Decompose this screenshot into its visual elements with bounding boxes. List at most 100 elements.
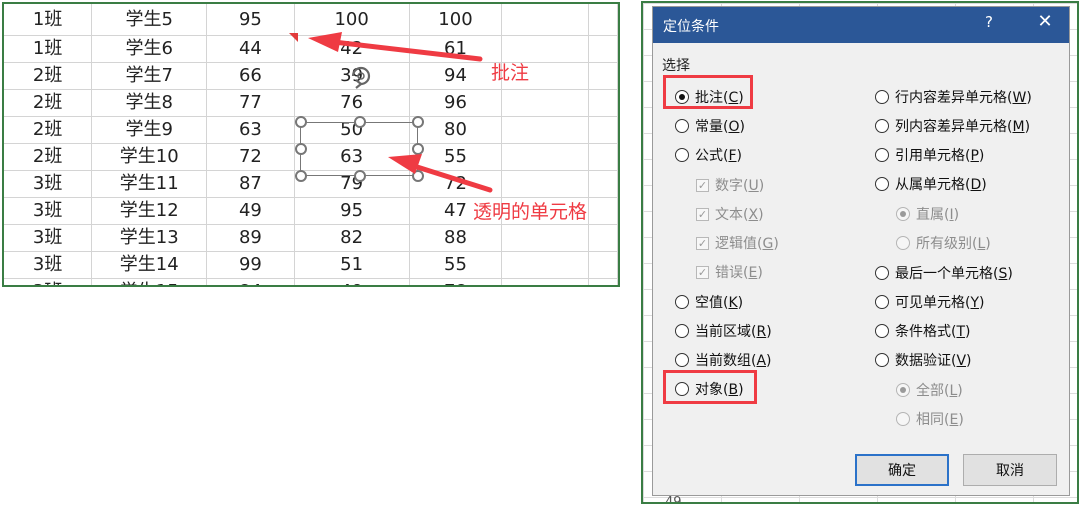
empty-cell[interactable] bbox=[588, 170, 618, 198]
class-cell[interactable]: 3班 bbox=[4, 197, 93, 225]
empty-cell[interactable] bbox=[588, 251, 618, 279]
radio-button[interactable] bbox=[675, 295, 689, 309]
radio-button[interactable] bbox=[675, 353, 689, 367]
empty-cell[interactable] bbox=[501, 224, 590, 252]
empty-cell[interactable] bbox=[588, 197, 618, 225]
score-cell[interactable]: 95 bbox=[294, 197, 410, 225]
radio-button[interactable] bbox=[875, 148, 889, 162]
empty-cell[interactable] bbox=[501, 251, 590, 279]
empty-cell[interactable] bbox=[588, 62, 618, 90]
score-cell[interactable]: 51 bbox=[294, 251, 410, 279]
radio-button[interactable] bbox=[875, 177, 889, 191]
class-cell[interactable]: 3班 bbox=[4, 278, 93, 285]
score-cell[interactable]: 82 bbox=[294, 224, 410, 252]
resize-handle[interactable] bbox=[295, 116, 307, 128]
empty-cell[interactable] bbox=[588, 116, 618, 144]
score-cell[interactable]: 49 bbox=[206, 197, 295, 225]
score-cell[interactable]: 99 bbox=[206, 251, 295, 279]
radio-button[interactable] bbox=[875, 119, 889, 133]
radio-button[interactable] bbox=[675, 324, 689, 338]
resize-handle[interactable] bbox=[412, 143, 424, 155]
empty-cell[interactable] bbox=[588, 35, 618, 63]
class-cell[interactable]: 3班 bbox=[4, 170, 93, 198]
score-cell[interactable]: 94 bbox=[409, 62, 503, 90]
resize-handle[interactable] bbox=[295, 143, 307, 155]
score-cell[interactable]: 87 bbox=[206, 170, 295, 198]
option-a[interactable]: 当前数组(A) bbox=[675, 350, 772, 370]
empty-cell[interactable] bbox=[588, 278, 618, 285]
transparent-object-selection[interactable] bbox=[300, 122, 418, 176]
option-y[interactable]: 可见单元格(Y) bbox=[875, 292, 985, 312]
student-cell[interactable]: 学生5 bbox=[91, 4, 208, 36]
class-cell[interactable]: 3班 bbox=[4, 224, 93, 252]
option-k[interactable]: 空值(K) bbox=[675, 292, 743, 312]
radio-button[interactable] bbox=[875, 324, 889, 338]
score-cell[interactable]: 88 bbox=[409, 224, 503, 252]
student-cell[interactable]: 学生14 bbox=[91, 251, 208, 279]
empty-cell[interactable] bbox=[501, 170, 590, 198]
class-cell[interactable]: 1班 bbox=[4, 4, 93, 36]
score-cell[interactable]: 76 bbox=[294, 89, 410, 117]
option-s[interactable]: 最后一个单元格(S) bbox=[875, 263, 1013, 283]
class-cell[interactable]: 2班 bbox=[4, 62, 93, 90]
empty-cell[interactable] bbox=[588, 4, 618, 36]
student-cell[interactable]: 学生12 bbox=[91, 197, 208, 225]
empty-cell[interactable] bbox=[588, 143, 618, 171]
class-cell[interactable]: 1班 bbox=[4, 35, 93, 63]
class-cell[interactable]: 2班 bbox=[4, 116, 93, 144]
score-cell[interactable]: 100 bbox=[409, 4, 503, 36]
student-cell[interactable]: 学生15 bbox=[91, 278, 208, 285]
resize-handle[interactable] bbox=[354, 116, 366, 128]
radio-button[interactable] bbox=[675, 119, 689, 133]
score-cell[interactable]: 96 bbox=[409, 89, 503, 117]
option-d[interactable]: 从属单元格(D) bbox=[875, 174, 987, 194]
empty-cell[interactable] bbox=[588, 89, 618, 117]
radio-button[interactable] bbox=[875, 266, 889, 280]
score-cell[interactable]: 100 bbox=[294, 4, 410, 36]
comment-indicator[interactable] bbox=[289, 33, 298, 42]
option-p[interactable]: 引用单元格(P) bbox=[875, 145, 984, 165]
radio-button[interactable] bbox=[875, 295, 889, 309]
score-cell[interactable]: 72 bbox=[206, 143, 295, 171]
empty-cell[interactable] bbox=[501, 116, 590, 144]
cancel-button[interactable]: 取消 bbox=[963, 454, 1057, 486]
student-cell[interactable]: 学生10 bbox=[91, 143, 208, 171]
option-v[interactable]: 数据验证(V) bbox=[875, 350, 972, 370]
option-t[interactable]: 条件格式(T) bbox=[875, 321, 971, 341]
score-cell[interactable]: 84 bbox=[206, 278, 295, 285]
resize-handle[interactable] bbox=[354, 170, 366, 182]
empty-cell[interactable] bbox=[501, 278, 590, 285]
resize-handle[interactable] bbox=[412, 170, 424, 182]
student-cell[interactable]: 学生8 bbox=[91, 89, 208, 117]
student-cell[interactable]: 学生6 bbox=[91, 35, 208, 63]
score-cell[interactable]: 63 bbox=[206, 116, 295, 144]
student-cell[interactable]: 学生11 bbox=[91, 170, 208, 198]
option-m[interactable]: 列内容差异单元格(M) bbox=[875, 116, 1030, 136]
close-button[interactable]: ✕ bbox=[1033, 11, 1057, 32]
empty-cell[interactable] bbox=[501, 4, 590, 36]
student-cell[interactable]: 学生7 bbox=[91, 62, 208, 90]
score-cell[interactable]: 44 bbox=[206, 35, 295, 63]
empty-cell[interactable] bbox=[588, 224, 618, 252]
class-cell[interactable]: 3班 bbox=[4, 251, 93, 279]
resize-handle[interactable] bbox=[412, 116, 424, 128]
student-cell[interactable]: 学生9 bbox=[91, 116, 208, 144]
empty-cell[interactable] bbox=[501, 143, 590, 171]
dialog-titlebar[interactable]: 定位条件 ? ✕ bbox=[653, 7, 1069, 43]
option-r[interactable]: 当前区域(R) bbox=[675, 321, 772, 341]
help-button[interactable]: ? bbox=[979, 13, 999, 31]
radio-button[interactable] bbox=[875, 353, 889, 367]
radio-button[interactable] bbox=[675, 148, 689, 162]
score-cell[interactable]: 78 bbox=[409, 278, 503, 285]
score-cell[interactable]: 77 bbox=[206, 89, 295, 117]
class-cell[interactable]: 2班 bbox=[4, 89, 93, 117]
student-cell[interactable]: 学生13 bbox=[91, 224, 208, 252]
radio-button[interactable] bbox=[875, 90, 889, 104]
score-cell[interactable]: 66 bbox=[206, 62, 295, 90]
ok-button[interactable]: 确定 bbox=[855, 454, 949, 486]
rotate-handle-icon[interactable] bbox=[345, 60, 377, 92]
score-cell[interactable]: 55 bbox=[409, 251, 503, 279]
score-cell[interactable]: 49 bbox=[294, 278, 410, 285]
option-w[interactable]: 行内容差异单元格(W) bbox=[875, 87, 1032, 107]
class-cell[interactable]: 2班 bbox=[4, 143, 93, 171]
